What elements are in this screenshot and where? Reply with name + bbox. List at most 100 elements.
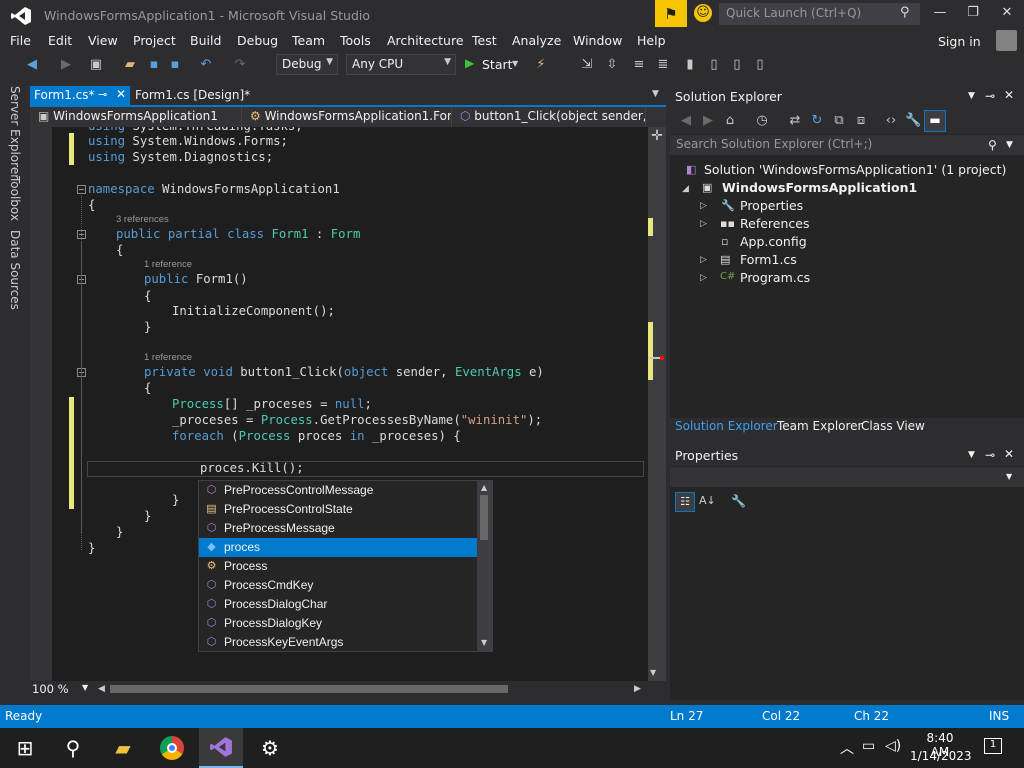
menu-architecture[interactable]: Architecture: [387, 33, 464, 48]
menu-test[interactable]: Test: [472, 33, 497, 48]
start-button[interactable]: Start: [482, 57, 513, 72]
navigate-back-icon[interactable]: ◀: [24, 57, 40, 73]
intellisense-scroll-up-icon[interactable]: ▲: [481, 483, 487, 492]
properties-wrench-icon[interactable]: 🔧: [905, 113, 921, 129]
home-icon[interactable]: ⌂: [722, 113, 738, 129]
step-into-icon[interactable]: ⇲: [579, 57, 595, 73]
intellisense-item[interactable]: ◆ proces: [199, 538, 477, 557]
tree-collapse-icon[interactable]: ▷: [700, 255, 707, 265]
intellisense-item[interactable]: ▤ PreProcessControlState: [199, 500, 477, 519]
data-sources-tab[interactable]: Data Sources: [8, 230, 22, 310]
menu-tools[interactable]: Tools: [340, 33, 371, 48]
properties-object-select[interactable]: [670, 467, 1024, 487]
tree-item-references[interactable]: References: [740, 216, 809, 231]
redo-icon[interactable]: ↷: [232, 57, 248, 73]
tab-class-view[interactable]: Class View: [861, 419, 925, 433]
show-all-files-icon[interactable]: ⧈: [853, 113, 869, 129]
tree-collapse-icon[interactable]: ▷: [700, 273, 707, 283]
scroll-left-icon[interactable]: ◀: [98, 684, 105, 694]
panel-menu-icon[interactable]: ▼: [968, 450, 975, 460]
step-over-icon[interactable]: ⇳: [604, 57, 620, 73]
notification-center-icon[interactable]: 1: [984, 738, 1002, 754]
horizontal-scroll-thumb[interactable]: [110, 685, 508, 693]
intellisense-item[interactable]: ⬡ ProcessCmdKey: [199, 576, 477, 595]
intellisense-item[interactable]: ⚙ Process: [199, 557, 477, 576]
intellisense-item[interactable]: ⬡ ProcessDialogChar: [199, 595, 477, 614]
menu-file[interactable]: File: [10, 33, 31, 48]
volume-icon[interactable]: ◁): [885, 738, 901, 754]
tree-collapse-icon[interactable]: ▷: [700, 219, 707, 229]
tab-form1-design[interactable]: Form1.cs [Design]*: [131, 86, 261, 106]
menu-edit[interactable]: Edit: [48, 33, 72, 48]
properties-dropdown-icon[interactable]: ▼: [1006, 472, 1012, 481]
save-all-icon[interactable]: ▪: [167, 57, 183, 73]
settings-gear-icon[interactable]: ⚙: [255, 733, 285, 763]
file-explorer-icon[interactable]: ▰: [108, 733, 138, 763]
minimize-button[interactable]: —: [925, 5, 955, 25]
tree-project-node[interactable]: WindowsFormsApplication1: [722, 180, 917, 195]
panel-pin-icon[interactable]: ⊸: [985, 89, 995, 103]
tab-solution-explorer[interactable]: Solution Explorer: [675, 419, 778, 433]
refresh-icon[interactable]: ↻: [809, 113, 825, 129]
toolbox-tab[interactable]: Toolbox: [8, 176, 22, 221]
tree-item-properties[interactable]: Properties: [740, 198, 803, 213]
menu-help[interactable]: Help: [637, 33, 666, 48]
open-file-icon[interactable]: ▰: [122, 57, 138, 73]
type-dropdown[interactable]: ⚙ WindowsFormsApplication1.Forr: [246, 107, 452, 127]
solution-platform-select[interactable]: Any CPU ▼: [346, 54, 456, 75]
scroll-down-icon[interactable]: ▼: [650, 668, 656, 677]
tab-form1-cs[interactable]: Form1.cs* ⊸ ✕: [30, 86, 130, 106]
search-icon[interactable]: ⚲: [988, 138, 997, 152]
codelens-references[interactable]: 1 reference: [144, 259, 192, 270]
server-explorer-tab[interactable]: Server Explorer: [8, 86, 22, 179]
feedback-flag-icon[interactable]: ⚑: [655, 0, 687, 27]
close-button[interactable]: ✕: [992, 5, 1022, 25]
account-avatar-icon[interactable]: [996, 30, 1017, 51]
new-project-icon[interactable]: ▣: [88, 57, 104, 73]
preview-selected-icon[interactable]: ▬: [924, 110, 946, 132]
save-icon[interactable]: ▪: [146, 57, 162, 73]
menu-team[interactable]: Team: [292, 33, 325, 48]
categorized-icon[interactable]: ☷: [675, 492, 695, 512]
windows-start-icon[interactable]: ⊞: [10, 733, 40, 763]
menu-analyze[interactable]: Analyze: [512, 33, 561, 48]
panel-close-icon[interactable]: ✕: [1004, 88, 1014, 102]
collapse-all-icon[interactable]: ⧉: [831, 113, 847, 129]
taskbar-date[interactable]: 1/14/2023: [910, 749, 972, 763]
intellisense-scroll-down-icon[interactable]: ▼: [481, 638, 487, 647]
intellisense-item[interactable]: ⬡ ProcessDialogKey: [199, 614, 477, 633]
browser-link-icon[interactable]: ⚡: [533, 57, 549, 73]
forward-icon[interactable]: ▶: [700, 113, 716, 129]
send-feedback-smiley-icon[interactable]: ☺: [694, 4, 712, 22]
intellisense-item[interactable]: ⬡ ProcessKeyEventArgs: [199, 633, 477, 652]
scroll-right-icon[interactable]: ▶: [634, 684, 641, 694]
tree-expand-icon[interactable]: ◢: [682, 184, 689, 194]
view-code-icon[interactable]: ‹›: [883, 113, 899, 129]
tree-item-form1-cs[interactable]: Form1.cs: [740, 252, 797, 267]
pin-icon[interactable]: ⊸: [98, 88, 107, 101]
back-icon[interactable]: ◀: [678, 113, 694, 129]
alphabetical-icon[interactable]: A↓: [699, 494, 716, 507]
navigate-forward-icon[interactable]: ▶: [58, 57, 74, 73]
sync-with-document-icon[interactable]: ⇄: [787, 113, 803, 129]
start-dropdown-icon[interactable]: ▼: [512, 59, 518, 68]
menu-view[interactable]: View: [88, 33, 118, 48]
start-play-icon[interactable]: ▶: [465, 56, 474, 70]
tab-team-explorer[interactable]: Team Explorer: [777, 419, 863, 433]
fold-namespace-icon[interactable]: −: [77, 185, 86, 194]
editor-vertical-scrollbar[interactable]: [648, 127, 666, 681]
chrome-icon[interactable]: [160, 736, 184, 760]
solution-explorer-search-input[interactable]: Search Solution Explorer (Ctrl+;): [670, 135, 1024, 155]
split-editor-icon[interactable]: ✛: [648, 128, 666, 146]
tab-overflow-icon[interactable]: ▼: [652, 89, 659, 99]
panel-menu-icon[interactable]: ▼: [968, 91, 975, 101]
solution-configuration-select[interactable]: Debug ▼: [276, 54, 338, 75]
tree-item-app-config[interactable]: App.config: [740, 234, 807, 249]
close-tab-icon[interactable]: ✕: [116, 87, 126, 101]
property-pages-icon[interactable]: 🔧: [731, 494, 746, 508]
quick-launch-input[interactable]: Quick Launch (Ctrl+Q): [719, 3, 920, 25]
intellisense-scroll-thumb[interactable]: [480, 495, 488, 540]
tree-collapse-icon[interactable]: ▷: [700, 201, 707, 211]
network-icon[interactable]: ▭: [862, 738, 875, 754]
menu-window[interactable]: Window: [573, 33, 622, 48]
